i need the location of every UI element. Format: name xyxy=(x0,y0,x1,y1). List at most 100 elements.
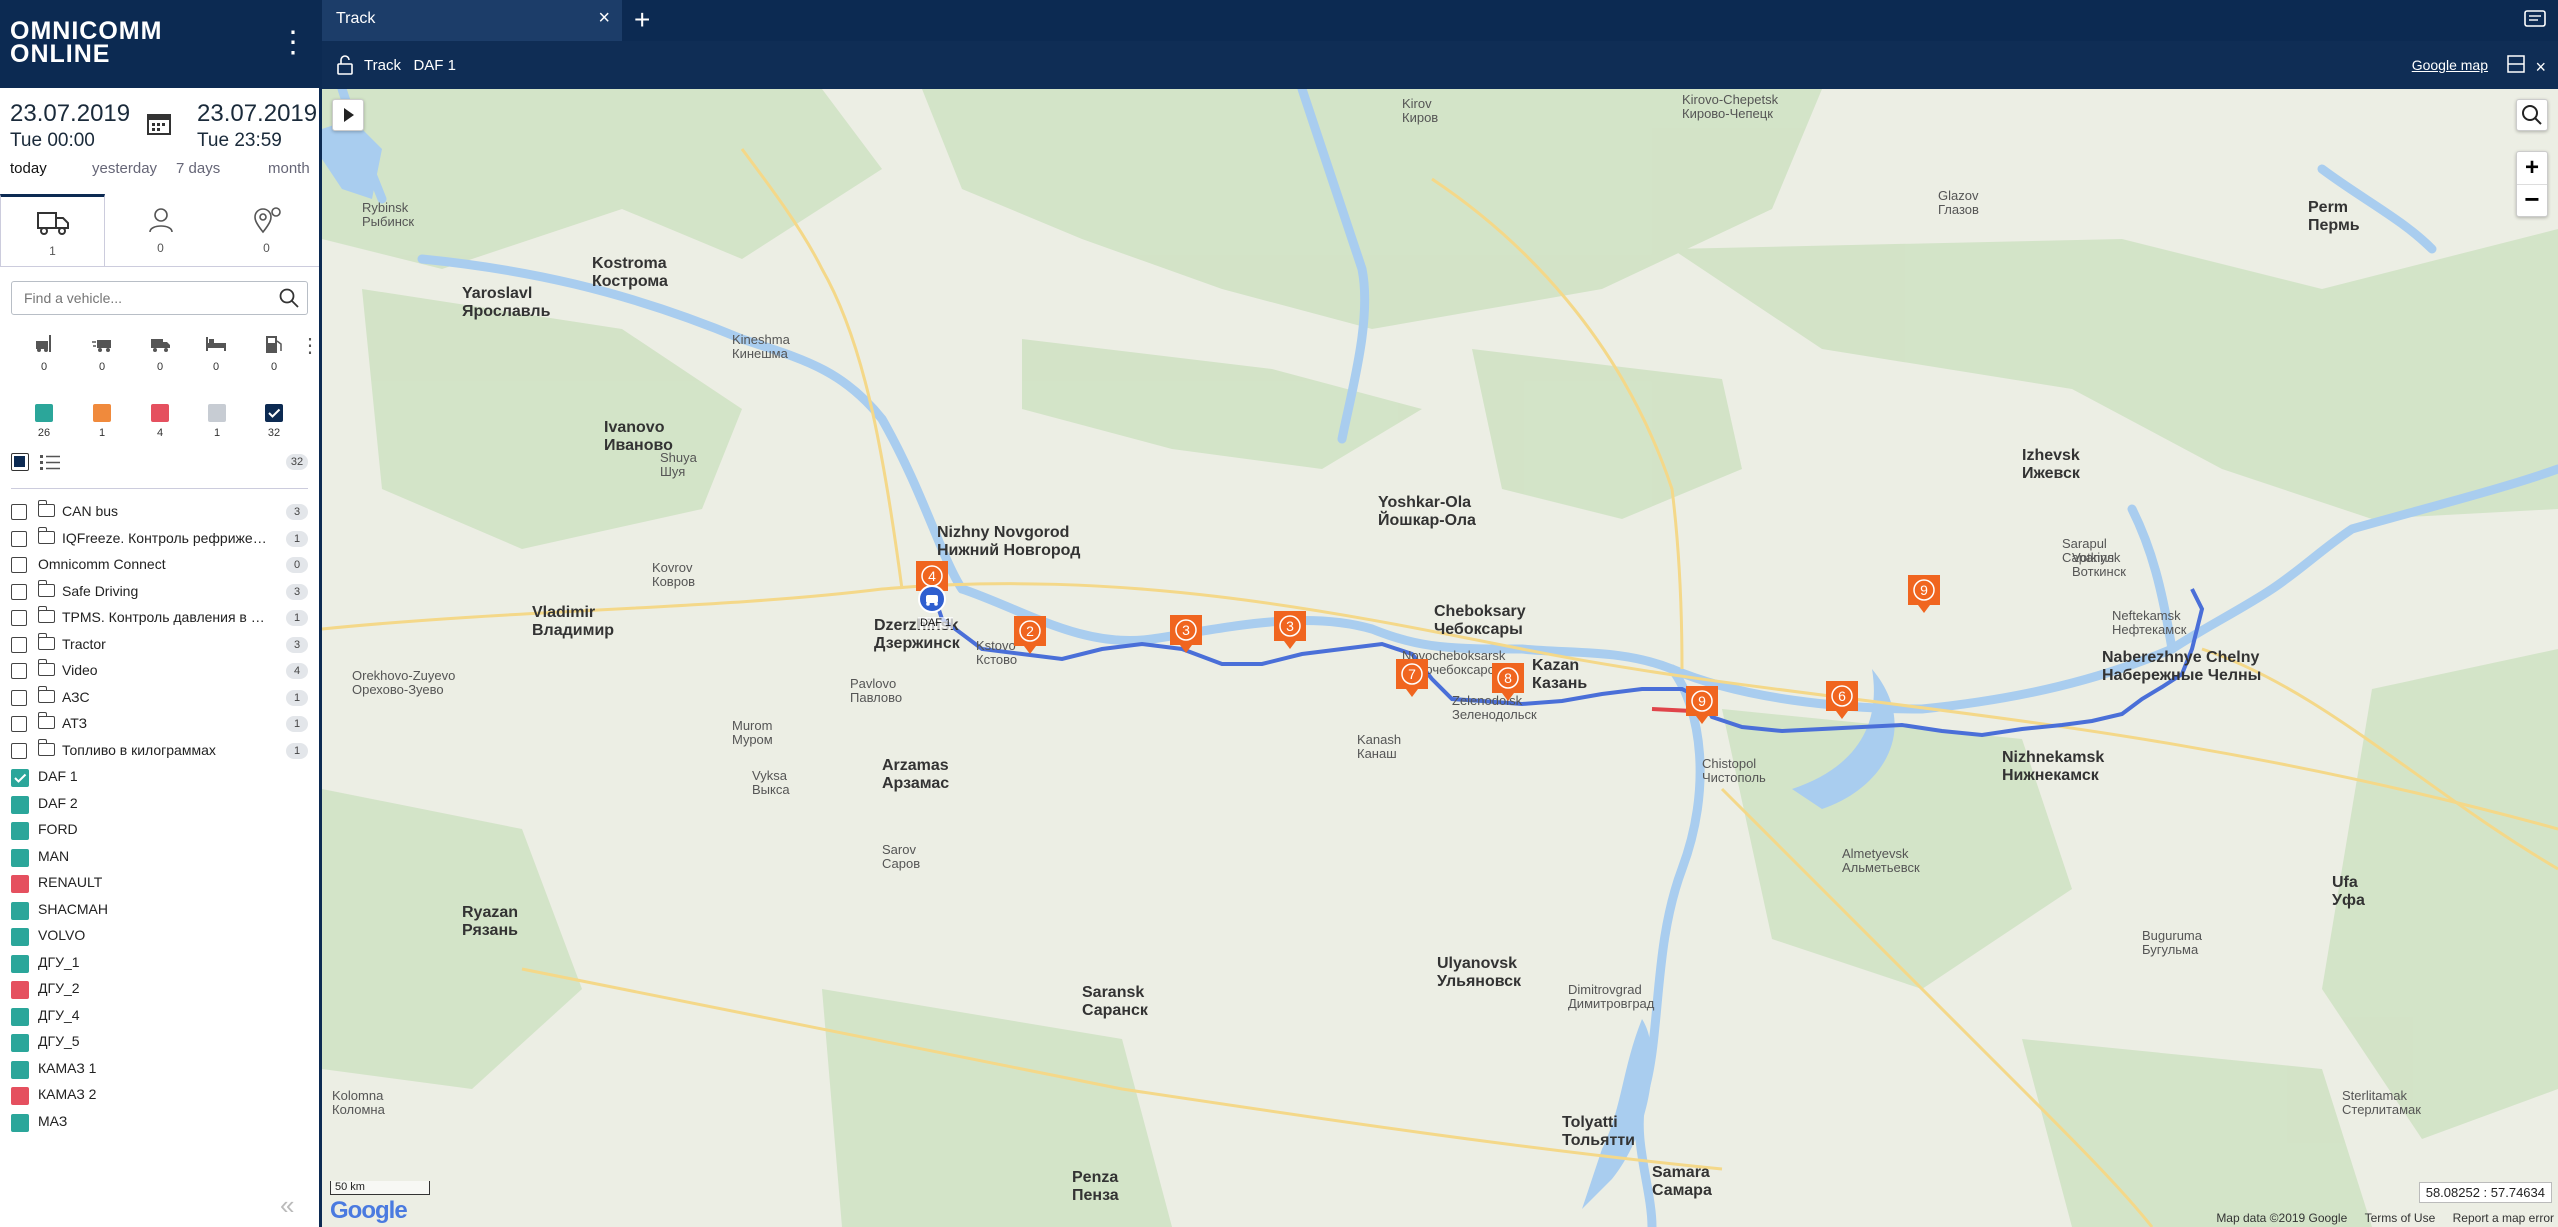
color-filter-green[interactable] xyxy=(35,404,53,422)
tab-geozones[interactable]: 0 xyxy=(214,194,319,266)
vehicle-row[interactable]: VOLVO xyxy=(0,924,319,950)
tab-vehicles[interactable]: 1 xyxy=(0,194,105,266)
group-checkbox[interactable] xyxy=(11,716,27,732)
vehicle-row[interactable]: RENAULT xyxy=(0,871,319,897)
quick-today[interactable]: today xyxy=(10,160,47,177)
calendar-icon[interactable] xyxy=(146,110,172,136)
filter-fuel[interactable]: 0 xyxy=(254,333,294,373)
color-filter-orange[interactable] xyxy=(93,404,111,422)
vehicle-checkbox[interactable] xyxy=(11,1060,29,1079)
stop-marker[interactable]: 9 xyxy=(1906,573,1942,615)
chat-icon[interactable] xyxy=(2524,10,2546,30)
map-provider-link[interactable]: Google map xyxy=(2412,57,2488,73)
zoom-in-button[interactable]: + xyxy=(2517,152,2547,184)
layout-icon[interactable] xyxy=(2507,55,2525,73)
stop-marker[interactable]: 3 xyxy=(1168,613,1204,655)
quick-month[interactable]: month xyxy=(268,160,310,177)
vehicle-row[interactable]: FORD xyxy=(0,818,319,844)
group-row[interactable]: Топливо в килограммах 1 xyxy=(0,738,319,765)
vehicle-checkbox[interactable] xyxy=(11,901,29,920)
map-canvas[interactable]: Kirov Киров Kirovo-Chepetsk Кирово-Чепецк … xyxy=(322,89,2558,1227)
add-tab-icon[interactable]: + xyxy=(634,4,650,36)
vehicle-row[interactable]: ДГУ_4 xyxy=(0,1004,319,1030)
vehicle-search[interactable] xyxy=(11,281,308,315)
select-all-checkbox[interactable] xyxy=(11,453,29,471)
vehicle-car-icon[interactable] xyxy=(918,585,946,613)
group-checkbox[interactable] xyxy=(11,530,27,547)
close-track-icon[interactable]: × xyxy=(2535,57,2546,77)
group-row[interactable]: АТЗ 1 xyxy=(0,712,319,738)
group-row[interactable]: CAN bus 3 xyxy=(0,500,319,526)
stop-marker[interactable]: 3 xyxy=(1272,609,1308,651)
group-row[interactable]: IQFreeze. Контроль рефрижератора 1 xyxy=(0,526,319,553)
vehicle-checkbox[interactable] xyxy=(11,1113,29,1132)
collapse-sidebar-icon[interactable]: « xyxy=(280,1190,294,1221)
filter-more-icon[interactable]: ⋮ xyxy=(300,333,320,358)
terms-link[interactable]: Terms of Use xyxy=(2365,1211,2436,1225)
unlock-icon[interactable] xyxy=(336,55,354,75)
group-row[interactable]: Omnicomm Connect 0 xyxy=(0,553,319,579)
group-checkbox[interactable] xyxy=(11,689,27,706)
stop-marker[interactable]: 9 xyxy=(1684,684,1720,726)
vehicle-row[interactable]: КАМАЗ 1 xyxy=(0,1057,319,1083)
color-filter-grey[interactable] xyxy=(208,404,226,422)
group-checkbox[interactable] xyxy=(11,557,27,573)
vehicle-row[interactable]: DAF 1 xyxy=(0,765,319,791)
quick-7days[interactable]: 7 days xyxy=(176,160,220,177)
vehicle-row[interactable]: DAF 2 xyxy=(0,792,319,818)
color-filter-red[interactable] xyxy=(151,404,169,422)
vehicle-checkbox[interactable] xyxy=(11,981,29,999)
filter-idle[interactable]: 0 xyxy=(140,333,180,373)
group-checkbox[interactable] xyxy=(11,636,27,653)
color-filter-all[interactable] xyxy=(265,404,283,422)
vehicle-checkbox[interactable] xyxy=(11,1007,29,1026)
close-tab-icon[interactable]: × xyxy=(598,7,610,30)
vehicle-row[interactable]: ДГУ_1 xyxy=(0,951,319,977)
stop-marker[interactable]: 6 xyxy=(1824,679,1860,721)
stop-marker[interactable]: 2 xyxy=(1012,614,1048,656)
map-search-button[interactable] xyxy=(2516,99,2548,131)
play-button[interactable] xyxy=(332,99,364,131)
group-checkbox[interactable] xyxy=(11,742,27,759)
report-error-link[interactable]: Report a map error xyxy=(2453,1211,2554,1225)
vehicle-checkbox[interactable] xyxy=(11,822,29,840)
filter-parked[interactable]: 0 xyxy=(24,333,64,373)
group-row[interactable]: Tractor 3 xyxy=(0,632,319,659)
vehicle-row[interactable]: КАМАЗ 2 xyxy=(0,1083,319,1109)
group-checkbox[interactable] xyxy=(11,663,27,679)
vehicle-row[interactable]: ДГУ_2 xyxy=(0,977,319,1003)
filter-rest[interactable]: 0 xyxy=(196,333,236,373)
menu-kebab-icon[interactable]: ⋮ xyxy=(278,28,308,58)
group-row[interactable]: Safe Driving 3 xyxy=(0,579,319,606)
tab-track[interactable]: Track × xyxy=(322,0,622,41)
vehicle-checkbox[interactable] xyxy=(11,848,29,867)
vehicle-checkbox[interactable] xyxy=(11,875,29,893)
stop-marker[interactable]: 8 xyxy=(1490,661,1526,703)
vehicle-checkbox[interactable] xyxy=(11,954,29,973)
zoom-out-button[interactable]: − xyxy=(2517,184,2547,217)
vehicle-checkbox-checked[interactable] xyxy=(11,769,29,787)
vehicle-checkbox[interactable] xyxy=(11,795,29,814)
vehicle-checkbox[interactable] xyxy=(11,928,29,946)
date-from[interactable]: 23.07.2019 Tue 00:00 xyxy=(10,100,130,152)
app-logo[interactable]: OMNICOMM ONLINE xyxy=(10,19,162,67)
search-icon[interactable] xyxy=(279,288,299,308)
group-row[interactable]: Video 4 xyxy=(0,659,319,685)
vehicle-row[interactable]: SHACMAH xyxy=(0,898,319,924)
vehicle-checkbox[interactable] xyxy=(11,1034,29,1052)
group-row[interactable]: АЗС 1 xyxy=(0,685,319,712)
vehicle-checkbox[interactable] xyxy=(11,1087,29,1105)
list-view-icon[interactable] xyxy=(40,454,62,470)
group-checkbox[interactable] xyxy=(11,610,27,626)
quick-yesterday[interactable]: yesterday xyxy=(92,160,157,177)
search-input[interactable] xyxy=(22,289,266,307)
stop-marker[interactable]: 7 xyxy=(1394,657,1430,699)
group-row[interactable]: TPMS. Контроль давления в шинах 1 xyxy=(0,606,319,632)
vehicle-row[interactable]: MAN xyxy=(0,845,319,871)
group-checkbox[interactable] xyxy=(11,504,27,520)
date-to[interactable]: 23.07.2019 Tue 23:59 xyxy=(197,100,317,152)
vehicle-row[interactable]: МАЗ xyxy=(0,1110,319,1136)
tab-drivers[interactable]: 0 xyxy=(108,194,213,266)
filter-moving[interactable]: 0 xyxy=(82,333,122,373)
group-checkbox[interactable] xyxy=(11,583,27,600)
